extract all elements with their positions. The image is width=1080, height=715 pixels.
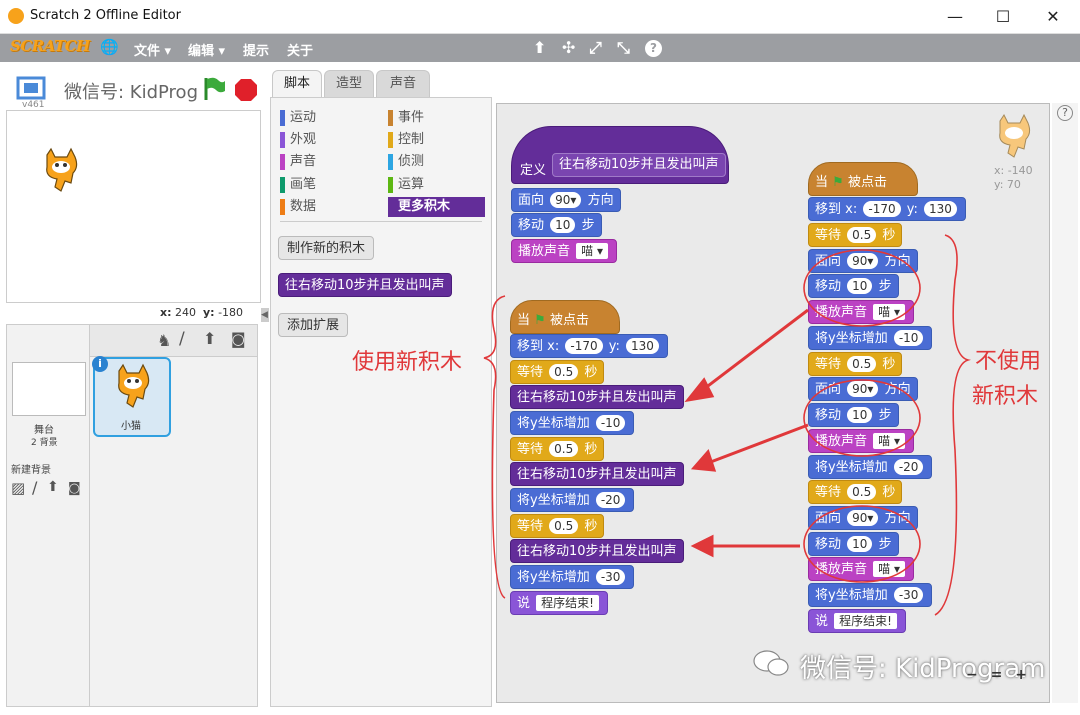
zoom-in-button[interactable]: + [1015,667,1027,683]
arrow-line [699,308,809,394]
note-no-new-block-1: 不使用 [975,349,1042,374]
highlight-ellipse [803,379,921,457]
left-brace [483,295,506,599]
right-brace [934,234,971,616]
arrow-head [690,449,717,472]
wechat-icon [753,650,789,676]
arrow-line [707,423,809,465]
arrow-head [690,534,714,558]
highlight-ellipse [803,505,921,583]
note-use-new-block: 使用新积木 [352,350,463,375]
arrow-head [684,377,715,403]
annotation-overlay [483,234,971,616]
highlight-ellipse [803,249,921,327]
note-no-new-block-2: 新积木 [972,384,1039,409]
zoom-out-button[interactable]: − [966,667,978,683]
zoom-reset-button[interactable]: = [991,667,1003,683]
zoom-controls: − = + [966,667,1027,683]
